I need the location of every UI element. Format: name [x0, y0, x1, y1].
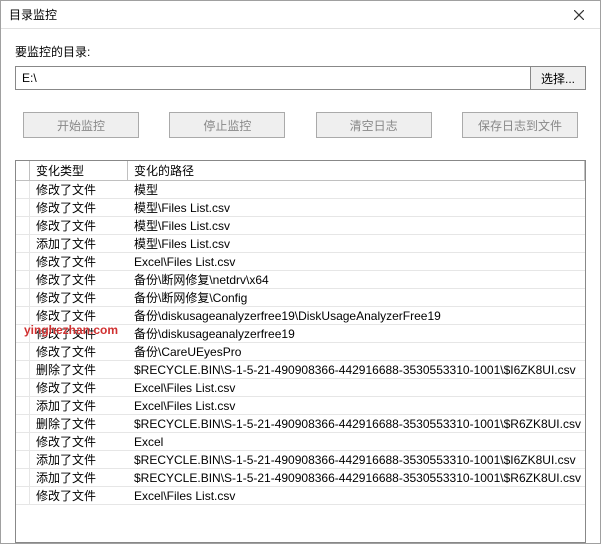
window-frame: 目录监控 要监控的目录: 选择... 开始监控 停止监控 清空日志 保存日志到文… [0, 0, 601, 544]
row-handle [16, 253, 30, 270]
cell-change-type: 修改了文件 [30, 271, 128, 288]
cell-change-path: Excel\Files List.csv [128, 487, 585, 504]
row-handle [16, 433, 30, 450]
cell-change-path: Excel\Files List.csv [128, 253, 585, 270]
table-row[interactable]: 修改了文件模型 [16, 181, 585, 199]
cell-change-type: 修改了文件 [30, 181, 128, 198]
cell-change-path: Excel [128, 433, 585, 450]
cell-change-type: 修改了文件 [30, 379, 128, 396]
table-row[interactable]: 修改了文件模型\Files List.csv [16, 199, 585, 217]
table-row[interactable]: 修改了文件备份\diskusageanalyzerfree19 [16, 325, 585, 343]
row-handle [16, 181, 30, 198]
cell-change-path: $RECYCLE.BIN\S-1-5-21-490908366-44291668… [128, 451, 585, 468]
cell-change-type: 添加了文件 [30, 451, 128, 468]
table-row[interactable]: 删除了文件$RECYCLE.BIN\S-1-5-21-490908366-442… [16, 415, 585, 433]
cell-change-type: 修改了文件 [30, 487, 128, 504]
table-row[interactable]: 修改了文件Excel\Files List.csv [16, 487, 585, 505]
cell-change-path: 模型\Files List.csv [128, 199, 585, 216]
table-row[interactable]: 添加了文件模型\Files List.csv [16, 235, 585, 253]
cell-change-path: Excel\Files List.csv [128, 379, 585, 396]
cell-change-type: 添加了文件 [30, 397, 128, 414]
cell-change-type: 修改了文件 [30, 433, 128, 450]
close-button[interactable] [558, 1, 600, 29]
table-row[interactable]: 修改了文件模型\Files List.csv [16, 217, 585, 235]
cell-change-path: 备份\diskusageanalyzerfree19 [128, 325, 585, 342]
table-row[interactable]: 删除了文件$RECYCLE.BIN\S-1-5-21-490908366-442… [16, 361, 585, 379]
grid-body: 修改了文件模型修改了文件模型\Files List.csv修改了文件模型\Fil… [16, 181, 585, 505]
cell-change-path: $RECYCLE.BIN\S-1-5-21-490908366-44291668… [128, 469, 585, 486]
row-handle [16, 325, 30, 342]
row-handle [16, 343, 30, 360]
table-row[interactable]: 修改了文件Excel [16, 433, 585, 451]
table-row[interactable]: 修改了文件备份\断网修复\Config [16, 289, 585, 307]
row-handle [16, 379, 30, 396]
row-handle [16, 451, 30, 468]
row-handle [16, 397, 30, 414]
title-bar: 目录监控 [1, 1, 600, 29]
table-row[interactable]: 添加了文件$RECYCLE.BIN\S-1-5-21-490908366-442… [16, 451, 585, 469]
table-row[interactable]: 修改了文件Excel\Files List.csv [16, 379, 585, 397]
cell-change-path: Excel\Files List.csv [128, 397, 585, 414]
cell-change-type: 修改了文件 [30, 199, 128, 216]
row-handle [16, 271, 30, 288]
cell-change-path: 备份\断网修复\Config [128, 289, 585, 306]
clear-log-button[interactable]: 清空日志 [316, 112, 432, 138]
path-row: 选择... [15, 66, 586, 90]
table-row[interactable]: 修改了文件Excel\Files List.csv [16, 253, 585, 271]
client-area: 要监控的目录: 选择... 开始监控 停止监控 清空日志 保存日志到文件 变化类… [1, 29, 600, 543]
grid-header: 变化类型 变化的路径 [16, 161, 585, 181]
row-handle [16, 469, 30, 486]
cell-change-path: $RECYCLE.BIN\S-1-5-21-490908366-44291668… [128, 361, 585, 378]
cell-change-path: 备份\CareUEyesPro [128, 343, 585, 360]
row-handle [16, 235, 30, 252]
cell-change-path: 备份\断网修复\netdrv\x64 [128, 271, 585, 288]
table-row[interactable]: 修改了文件备份\diskusageanalyzerfree19\DiskUsag… [16, 307, 585, 325]
cell-change-type: 删除了文件 [30, 361, 128, 378]
table-row[interactable]: 添加了文件Excel\Files List.csv [16, 397, 585, 415]
cell-change-path: 模型 [128, 181, 585, 198]
cell-change-path: 模型\Files List.csv [128, 235, 585, 252]
cell-change-type: 添加了文件 [30, 235, 128, 252]
row-handle [16, 361, 30, 378]
cell-change-type: 修改了文件 [30, 217, 128, 234]
cell-change-type: 修改了文件 [30, 307, 128, 324]
table-row[interactable]: 修改了文件备份\CareUEyesPro [16, 343, 585, 361]
row-handle [16, 415, 30, 432]
log-grid: 变化类型 变化的路径 修改了文件模型修改了文件模型\Files List.csv… [15, 160, 586, 543]
cell-change-type: 修改了文件 [30, 253, 128, 270]
path-input[interactable] [15, 66, 531, 90]
cell-change-type: 删除了文件 [30, 415, 128, 432]
column-header-path[interactable]: 变化的路径 [128, 161, 585, 180]
row-handle [16, 289, 30, 306]
cell-change-type: 修改了文件 [30, 343, 128, 360]
row-handle [16, 487, 30, 504]
cell-change-type: 添加了文件 [30, 469, 128, 486]
row-handle [16, 199, 30, 216]
cell-change-path: $RECYCLE.BIN\S-1-5-21-490908366-44291668… [128, 415, 585, 432]
cell-change-path: 备份\diskusageanalyzerfree19\DiskUsageAnal… [128, 307, 585, 324]
row-handle [16, 307, 30, 324]
stop-monitor-button[interactable]: 停止监控 [169, 112, 285, 138]
save-log-button[interactable]: 保存日志到文件 [462, 112, 578, 138]
cell-change-type: 修改了文件 [30, 325, 128, 342]
window-title: 目录监控 [9, 6, 57, 23]
table-row[interactable]: 修改了文件备份\断网修复\netdrv\x64 [16, 271, 585, 289]
button-row: 开始监控 停止监控 清空日志 保存日志到文件 [15, 112, 586, 138]
cell-change-type: 修改了文件 [30, 289, 128, 306]
table-row[interactable]: 添加了文件$RECYCLE.BIN\S-1-5-21-490908366-442… [16, 469, 585, 487]
start-monitor-button[interactable]: 开始监控 [23, 112, 139, 138]
browse-button[interactable]: 选择... [530, 66, 586, 90]
monitor-dir-label: 要监控的目录: [15, 43, 586, 60]
column-header-type[interactable]: 变化类型 [30, 161, 128, 180]
cell-change-path: 模型\Files List.csv [128, 217, 585, 234]
row-handle [16, 217, 30, 234]
close-icon [574, 10, 584, 20]
grid-corner [16, 161, 30, 180]
